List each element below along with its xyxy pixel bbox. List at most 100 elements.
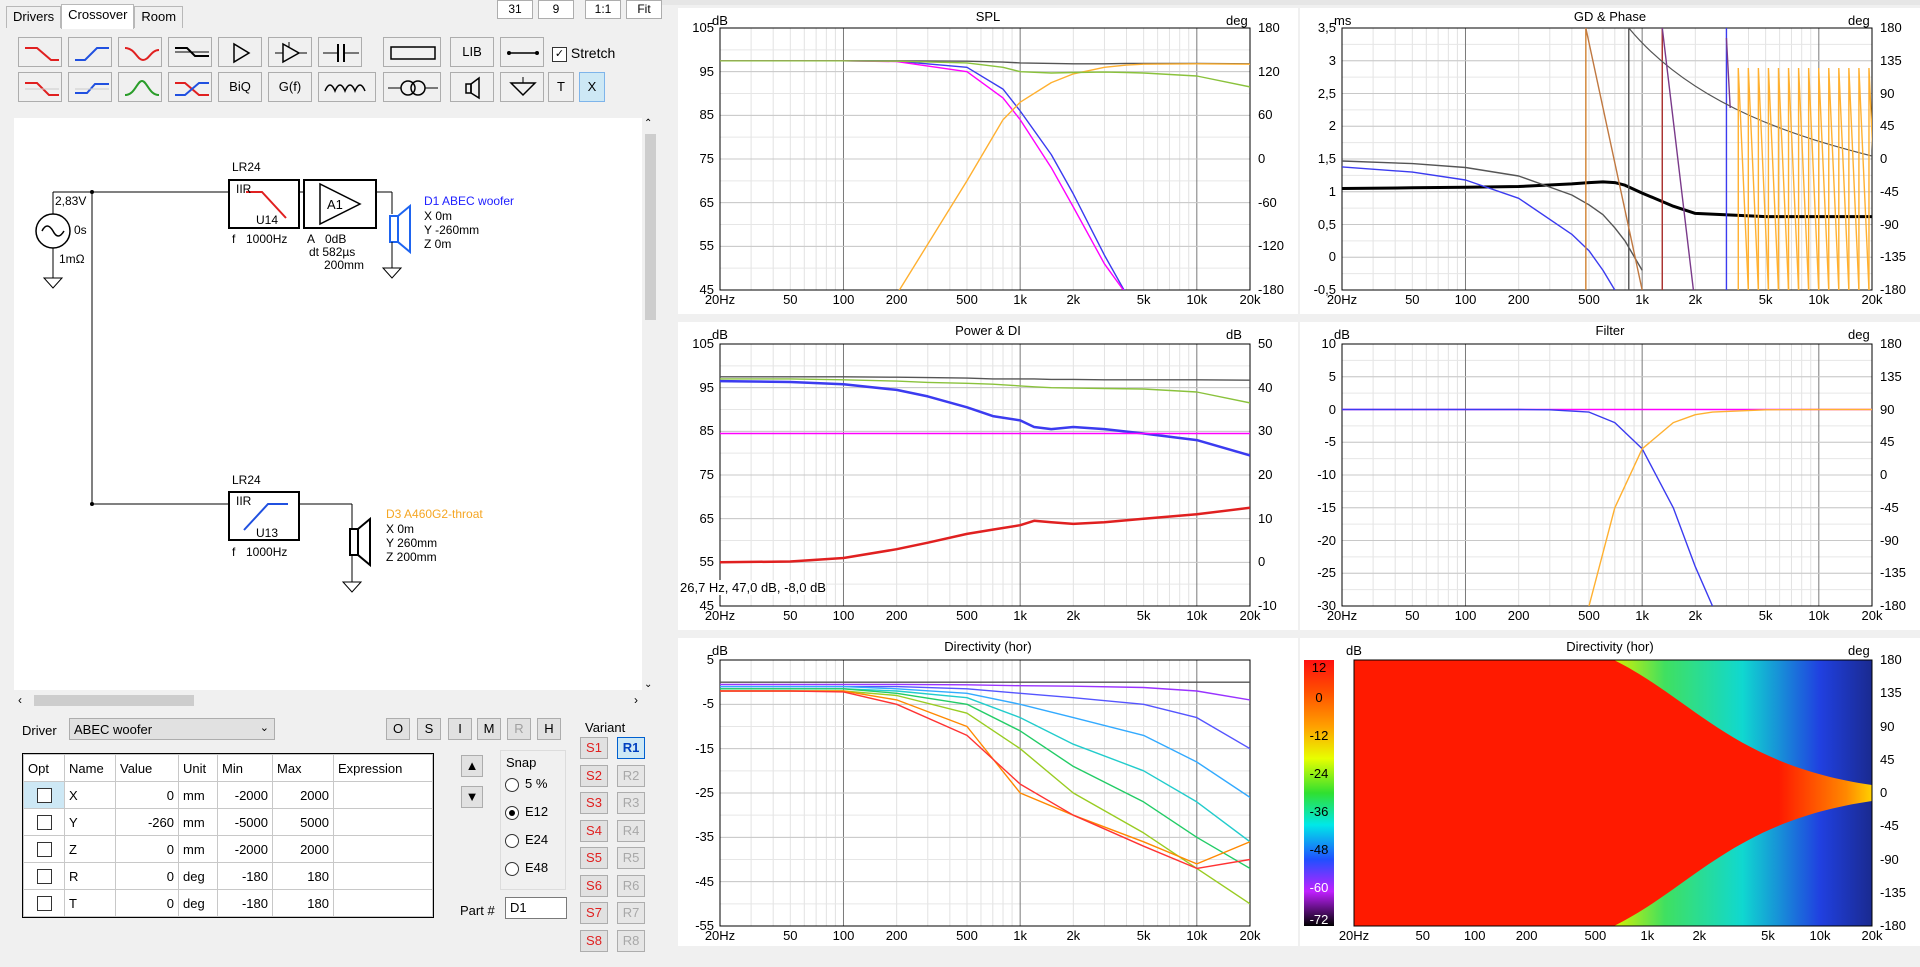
param-expression[interactable]	[333, 808, 433, 836]
table-row[interactable]: R 0 deg -180 180	[23, 862, 433, 890]
variant-s1-button[interactable]: S1	[580, 737, 608, 759]
tab-drivers[interactable]: Drivers	[6, 6, 62, 28]
driver-select[interactable]: ABEC woofer ⌄	[69, 718, 275, 740]
param-min[interactable]: -2000	[217, 835, 273, 863]
lowpass2-button[interactable]	[18, 72, 62, 102]
driver2-name[interactable]: D3 A460G2-throat	[386, 507, 483, 521]
variant-r8-button[interactable]: R8	[617, 929, 645, 952]
opt-checkbox[interactable]	[23, 889, 65, 917]
scroll-left-icon[interactable]: ‹	[18, 693, 22, 707]
move-down-button[interactable]: ▼	[461, 786, 483, 808]
variant-s8-button[interactable]: S8	[580, 929, 608, 952]
chart-0-panel[interactable]: SPL dB deg 105 95 85 75 65 55 45 180 120 60 0 -60 -120-…	[678, 8, 1298, 314]
capacitor-button[interactable]	[318, 37, 362, 67]
opt-checkbox[interactable]	[23, 862, 65, 890]
param-expression[interactable]	[333, 835, 433, 863]
variant-s4-button[interactable]: S4	[580, 819, 608, 842]
param-max[interactable]: 180	[272, 862, 334, 890]
biquad-button[interactable]: BiQ	[218, 72, 262, 102]
opt-checkbox[interactable]	[23, 835, 65, 863]
variant-s2-button[interactable]: S2	[580, 764, 608, 787]
variant-r2-button[interactable]: R2	[617, 764, 645, 787]
inductor-button[interactable]	[318, 72, 376, 102]
stretch-checkbox[interactable]: ✓ Stretch	[552, 45, 615, 62]
param-min[interactable]: -2000	[217, 781, 273, 809]
mode-i-button[interactable]: I	[448, 718, 472, 740]
schematic-vscroll[interactable]: ⌃ ⌄	[642, 118, 659, 690]
hscroll-thumb[interactable]	[34, 695, 194, 706]
variant-s6-button[interactable]: S6	[580, 874, 608, 897]
shelf-button[interactable]	[68, 72, 112, 102]
chart-3-panel[interactable]: Filter dB deg 10 5 0 -5 -10 -15 -20 -25 -30 180 135 90…	[1300, 322, 1920, 630]
buffer-button[interactable]	[268, 37, 312, 67]
param-value[interactable]: 0	[115, 835, 179, 863]
table-row[interactable]: Y -260 mm -5000 5000	[23, 808, 433, 836]
chart-4-panel[interactable]: Directivity (hor) dB 5 -5 -15 -25 -35 -45 -55 20H…	[678, 638, 1298, 946]
highpass-button[interactable]	[68, 37, 112, 67]
zoom-fit-button[interactable]: Fit	[626, 0, 662, 19]
transformer-button[interactable]	[383, 72, 441, 102]
param-max[interactable]: 5000	[272, 808, 334, 836]
table-row[interactable]: T 0 deg -180 180	[23, 889, 433, 917]
variant-r1-button[interactable]: R1	[617, 737, 645, 759]
snap-option-e12[interactable]: E12	[505, 804, 548, 820]
zoom-9-button[interactable]: 9	[538, 0, 574, 19]
vscroll-thumb[interactable]	[645, 134, 656, 320]
table-row[interactable]: X 0 mm -2000 2000	[23, 781, 433, 809]
allpass-button[interactable]	[168, 37, 212, 67]
zoom-1to1-button[interactable]: 1:1	[585, 0, 621, 19]
chart-2-panel[interactable]: Power & DI dB dB 105 95 85 75 65 55 45 50 40 30 20 10 0…	[678, 322, 1298, 630]
param-value[interactable]: 0	[115, 889, 179, 917]
param-max[interactable]: 2000	[272, 835, 334, 863]
param-value[interactable]: 0	[115, 862, 179, 890]
variant-s3-button[interactable]: S3	[580, 792, 608, 814]
text-tool-button[interactable]: T	[548, 72, 574, 102]
mode-h-button[interactable]: H	[537, 718, 561, 740]
bandstop-button[interactable]	[118, 37, 162, 67]
schematic-hscroll[interactable]: ‹ ›	[14, 692, 642, 709]
param-max[interactable]: 180	[272, 889, 334, 917]
resistor-button[interactable]	[383, 37, 441, 67]
schematic-canvas[interactable]: 2,83V 0s 1mΩ LR24 IIR U14 f 1000Hz A1 A …	[14, 118, 642, 690]
mode-r-button[interactable]: R	[507, 718, 531, 740]
variant-r4-button[interactable]: R4	[617, 819, 645, 842]
part-input[interactable]: D1	[505, 897, 567, 919]
move-up-button[interactable]: ▲	[461, 755, 483, 777]
param-min[interactable]: -180	[217, 862, 273, 890]
param-value[interactable]: 0	[115, 781, 179, 809]
variant-s5-button[interactable]: S5	[580, 847, 608, 869]
speaker-button[interactable]	[450, 72, 494, 102]
param-expression[interactable]	[333, 862, 433, 890]
param-max[interactable]: 2000	[272, 781, 334, 809]
zoom-31-button[interactable]: 31	[497, 0, 533, 19]
table-row[interactable]: Z 0 mm -2000 2000	[23, 835, 433, 863]
crossover-x-button[interactable]	[168, 72, 212, 102]
scroll-down-icon[interactable]: ⌄	[644, 679, 652, 690]
param-value[interactable]: -260	[115, 808, 179, 836]
scroll-up-icon[interactable]: ⌃	[644, 118, 652, 129]
snap-option-5pct[interactable]: 5 %	[505, 776, 547, 792]
amplifier-button[interactable]	[218, 37, 262, 67]
bandpass-button[interactable]	[118, 72, 162, 102]
param-expression[interactable]	[333, 781, 433, 809]
mode-o-button[interactable]: O	[386, 718, 410, 740]
scroll-right-icon[interactable]: ›	[634, 693, 638, 707]
snap-option-e48[interactable]: E48	[505, 860, 548, 876]
opt-checkbox[interactable]	[23, 781, 65, 809]
x-tool-button[interactable]: X	[579, 72, 605, 102]
library-button[interactable]: LIB	[450, 37, 494, 67]
param-expression[interactable]	[333, 889, 433, 917]
chart-1-panel[interactable]: GD & Phase ms deg 3,5 3 2,5 2 1,5 1 0,5 0 -0,5 180 13…	[1300, 8, 1920, 314]
wire-button[interactable]	[500, 37, 544, 67]
variant-s7-button[interactable]: S7	[580, 902, 608, 924]
lowpass-button[interactable]	[18, 37, 62, 67]
mode-m-button[interactable]: M	[477, 718, 501, 740]
variant-r7-button[interactable]: R7	[617, 902, 645, 924]
param-min[interactable]: -180	[217, 889, 273, 917]
opt-checkbox[interactable]	[23, 808, 65, 836]
tab-crossover[interactable]: Crossover	[61, 4, 135, 29]
variant-r5-button[interactable]: R5	[617, 847, 645, 869]
variant-r3-button[interactable]: R3	[617, 792, 645, 814]
tab-room[interactable]: Room	[134, 6, 184, 28]
chart-5-panel[interactable]: Directivity (hor) dB deg 12 0 -12 -24 -36 -48 -60…	[1300, 638, 1920, 946]
